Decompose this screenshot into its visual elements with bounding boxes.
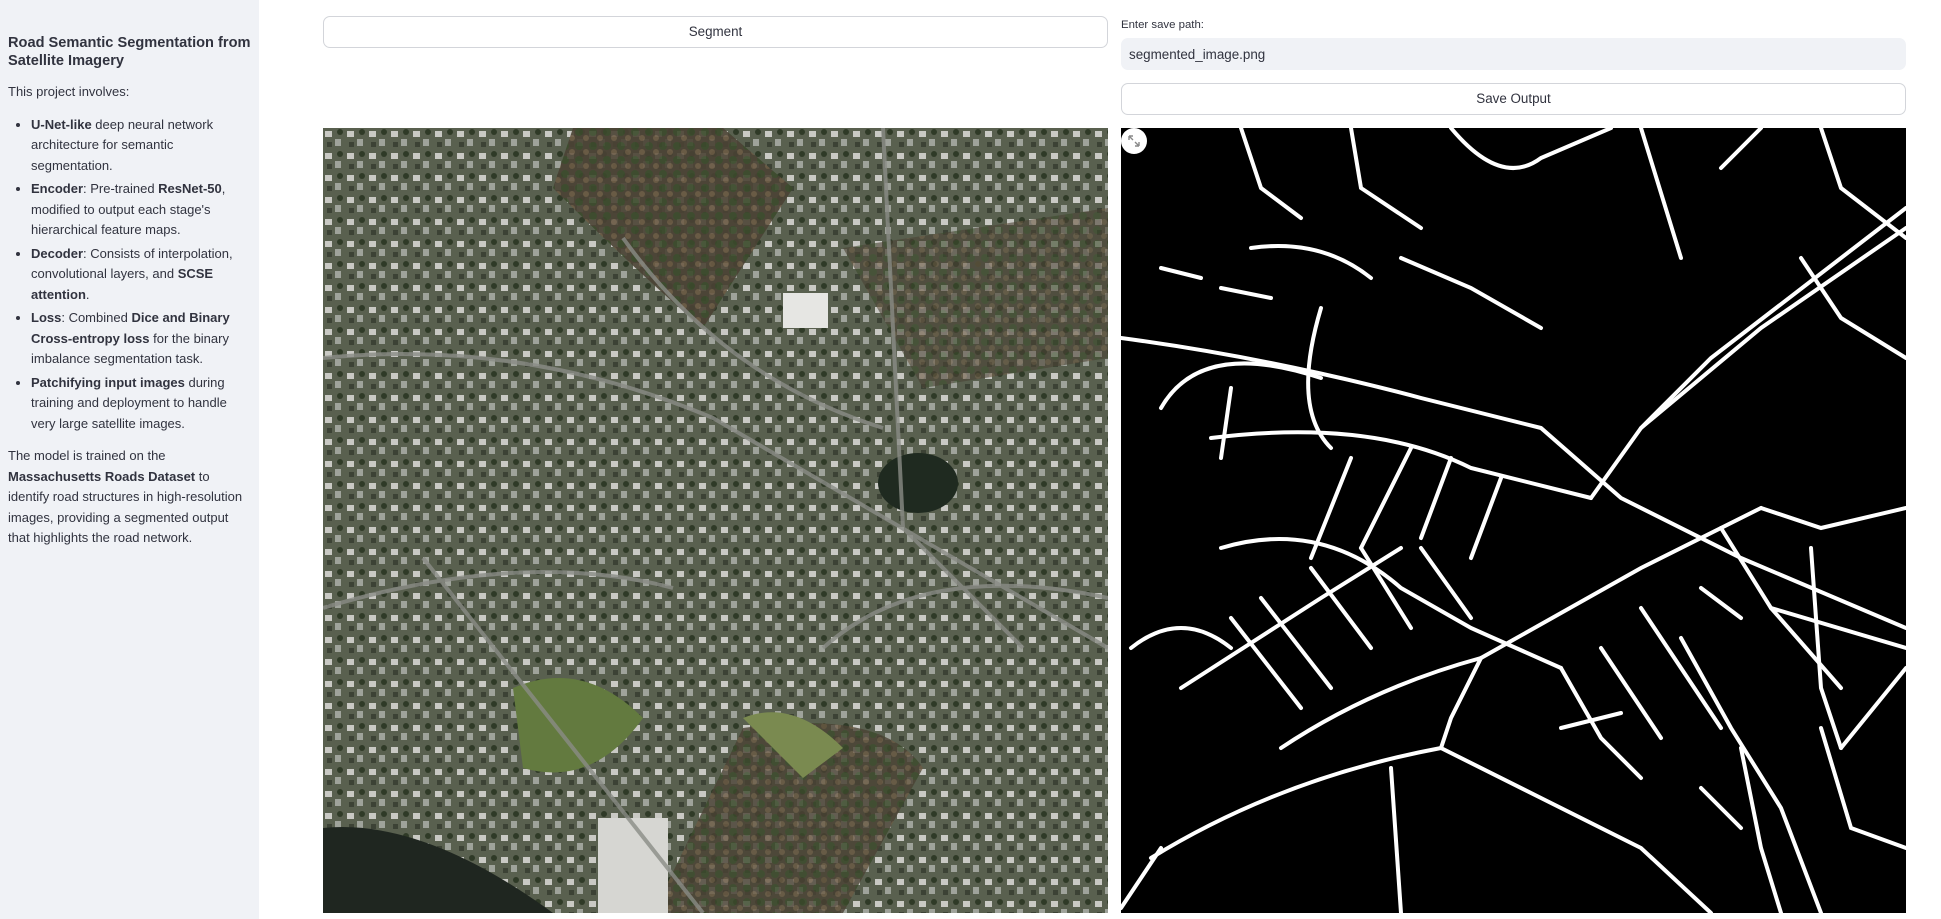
save-path-label: Enter save path: [1121,19,1204,31]
list-item: Encoder: Pre-trained ResNet-50, modified… [31,179,251,241]
list-item: Patchifying input images during training… [31,373,251,435]
feature-list: U-Net-like deep neural network architect… [8,115,251,435]
list-item: Decoder: Consists of interpolation, conv… [31,244,251,306]
save-path-input[interactable] [1121,38,1906,70]
list-item: Loss: Combined Dice and Binary Cross-ent… [31,308,251,370]
sidebar-intro: This project involves: [8,84,130,99]
list-item: U-Net-like deep neural network architect… [31,115,251,177]
sidebar-outro: The model is trained on the Massachusett… [8,448,243,545]
expand-icon[interactable] [1121,128,1147,154]
segment-button[interactable]: Segment [323,16,1108,48]
save-output-button[interactable]: Save Output [1121,83,1906,115]
sidebar: Road Semantic Segmentation from Satellit… [0,0,259,919]
sidebar-title: Road Semantic Segmentation from Satellit… [8,35,251,69]
main-content: Segment Enter save path: Save Output [259,0,1941,919]
satellite-image [323,128,1108,913]
segmented-output-image [1121,128,1906,913]
